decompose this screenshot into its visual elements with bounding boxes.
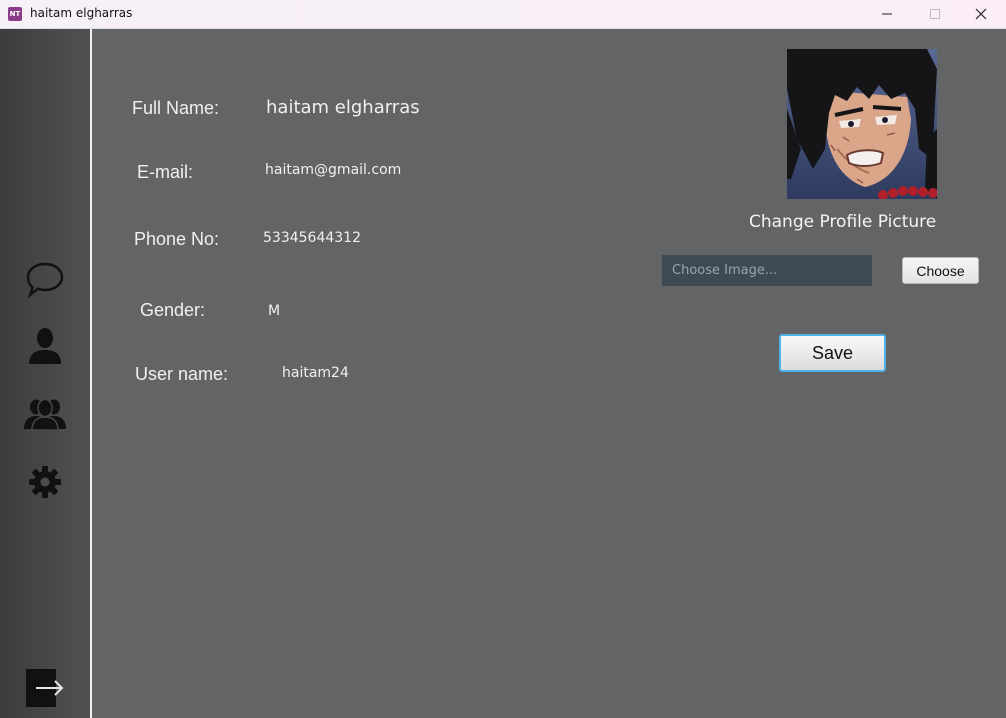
full-name-value: haitam elgharras	[266, 97, 420, 118]
minimize-button[interactable]	[864, 0, 910, 28]
gender-label: Gender:	[140, 300, 206, 320]
nav-contacts-button[interactable]	[24, 393, 66, 435]
user-icon	[29, 328, 61, 364]
profile-picture-illustration	[787, 49, 937, 199]
username-label: User name:	[135, 364, 229, 384]
app-icon: NT	[8, 7, 22, 21]
phone-value: 53345644312	[263, 230, 361, 246]
full-name-label: Full Name:	[132, 98, 220, 118]
nav-settings-button[interactable]	[24, 461, 66, 503]
profile-panel: Full Name: haitam elgharras E-mail: hait…	[92, 29, 1006, 718]
minimize-icon	[882, 13, 892, 15]
choose-image-input[interactable]	[662, 255, 872, 286]
sidebar	[0, 29, 90, 718]
maximize-button[interactable]	[912, 0, 958, 28]
maximize-icon	[930, 9, 940, 19]
gender-value: M	[268, 303, 281, 319]
logout-icon	[26, 669, 64, 707]
settings-gear-icon	[29, 466, 61, 498]
logout-button[interactable]	[24, 667, 66, 709]
save-button[interactable]: Save	[779, 334, 886, 372]
title-bar: NT haitam elgharras	[0, 0, 1006, 29]
profile-picture	[787, 49, 937, 199]
email-value: haitam@gmail.com	[265, 162, 402, 178]
close-icon	[975, 8, 987, 20]
users-group-icon	[24, 398, 66, 431]
close-button[interactable]	[958, 0, 1004, 28]
window-title: haitam elgharras	[30, 6, 133, 20]
choose-button[interactable]: Choose	[902, 257, 979, 284]
change-picture-label: Change Profile Picture	[749, 212, 937, 232]
chat-bubble-icon	[26, 262, 64, 299]
nav-chat-button[interactable]	[24, 259, 66, 301]
email-label: E-mail:	[137, 162, 194, 182]
nav-profile-button[interactable]	[24, 325, 66, 367]
phone-label: Phone No:	[134, 229, 220, 249]
username-value: haitam24	[282, 365, 349, 381]
